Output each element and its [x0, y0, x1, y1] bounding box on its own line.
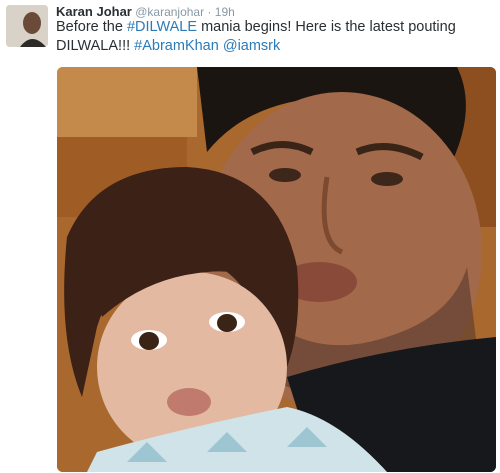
separator: · — [207, 5, 212, 19]
tweet-card: Karan Johar @karanjohar · 19h Before the… — [0, 0, 500, 473]
tweet-header: Karan Johar @karanjohar · 19h — [56, 4, 492, 19]
avatar[interactable] — [6, 5, 48, 47]
tweet-text: Before the #DILWALE mania begins! Here i… — [56, 18, 496, 56]
avatar-image — [6, 5, 48, 47]
tweet-photo[interactable] — [57, 67, 496, 472]
mention-iamsrk[interactable]: @iamsrk — [223, 38, 280, 54]
tweet-time[interactable]: 19h — [215, 5, 235, 19]
text-part: Before the — [56, 19, 127, 35]
hashtag-abramkhan[interactable]: #AbramKhan — [134, 38, 219, 54]
hashtag-dilwale[interactable]: #DILWALE — [127, 19, 197, 35]
author-handle[interactable]: @karanjohar — [135, 5, 204, 19]
author-name[interactable]: Karan Johar — [56, 4, 132, 19]
selfie-photo-image — [57, 67, 496, 472]
